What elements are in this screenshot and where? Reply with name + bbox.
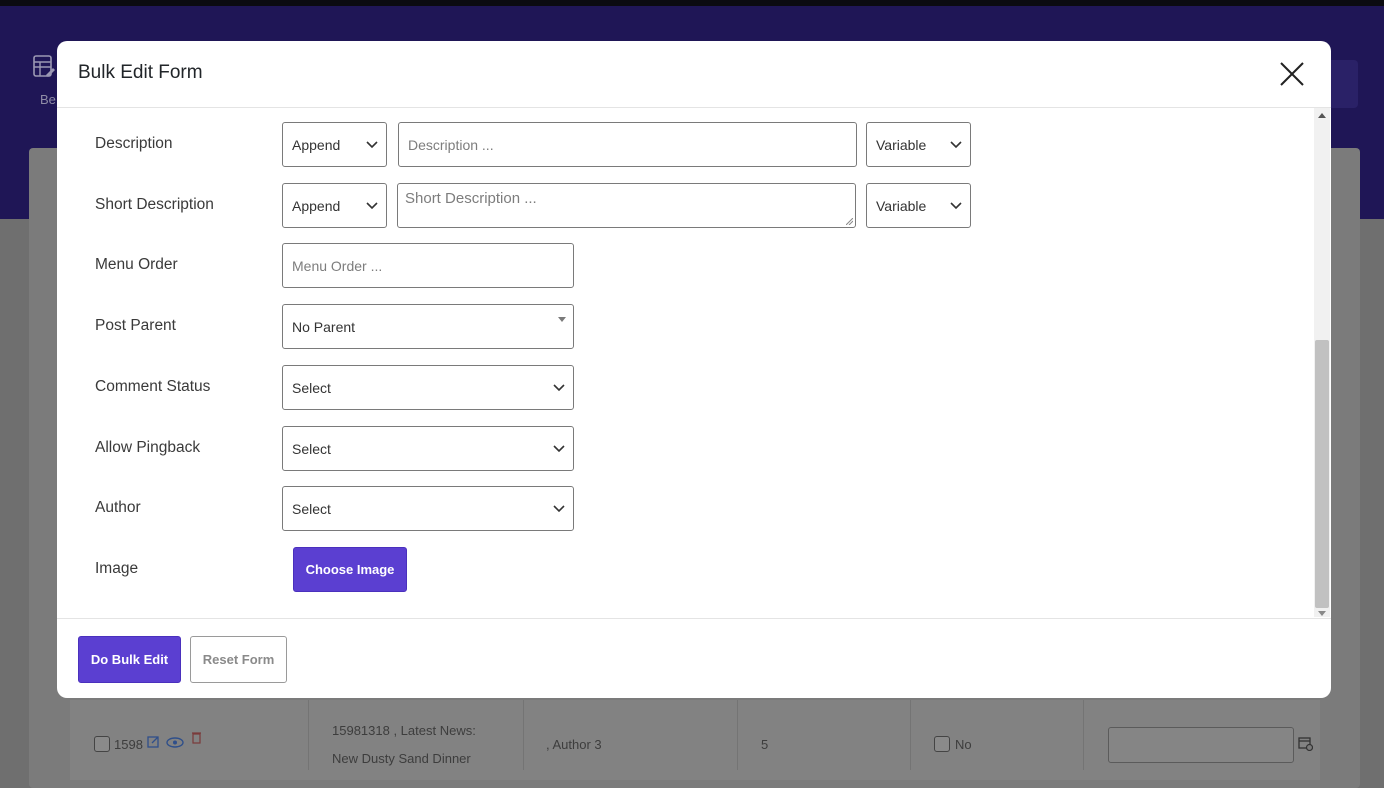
table-cell-divider bbox=[737, 700, 738, 770]
row-title-line2: New Dusty Sand Dinner bbox=[332, 751, 471, 766]
row-flag-label: No bbox=[955, 737, 972, 752]
author-label: Author bbox=[95, 499, 141, 516]
caret-down-icon bbox=[558, 317, 566, 322]
short-description-variable-select[interactable]: Variable bbox=[866, 183, 971, 228]
short-description-placeholder: Short Description ... bbox=[405, 190, 537, 207]
post-parent-value: No Parent bbox=[292, 318, 356, 335]
comment-status-value: Select bbox=[292, 379, 331, 396]
description-placeholder: Description ... bbox=[408, 136, 494, 153]
description-variable-select[interactable]: Variable bbox=[866, 122, 971, 167]
row-flag-checkbox[interactable] bbox=[934, 736, 950, 752]
chevron-down-icon bbox=[553, 504, 565, 512]
edit-icon[interactable] bbox=[147, 735, 160, 751]
modal-body: Description Append Description ... Varia… bbox=[57, 108, 1331, 617]
short-description-mode-select[interactable]: Append bbox=[282, 183, 387, 228]
chevron-down-icon bbox=[950, 140, 962, 148]
modal-title: Bulk Edit Form bbox=[78, 62, 203, 83]
row-title-line1: 15981318 , Latest News: bbox=[332, 723, 476, 738]
allow-pingback-select[interactable]: Select bbox=[282, 426, 574, 471]
description-label: Description bbox=[95, 135, 173, 152]
allow-pingback-label: Allow Pingback bbox=[95, 439, 201, 456]
post-parent-label: Post Parent bbox=[95, 317, 176, 334]
spreadsheet-icon bbox=[33, 55, 55, 77]
chevron-down-icon bbox=[366, 140, 378, 148]
table-cell-divider bbox=[910, 700, 911, 770]
scroll-up-arrow-icon[interactable] bbox=[1318, 113, 1326, 118]
table-cell-divider bbox=[308, 700, 309, 770]
description-input[interactable]: Description ... bbox=[398, 122, 857, 167]
description-mode-select[interactable]: Append bbox=[282, 122, 387, 167]
image-label: Image bbox=[95, 560, 139, 577]
reset-form-button[interactable]: Reset Form bbox=[190, 636, 287, 683]
row-select-checkbox[interactable] bbox=[94, 736, 110, 752]
close-icon[interactable] bbox=[1277, 59, 1307, 89]
row-date-input[interactable] bbox=[1108, 727, 1294, 763]
modal-header: Bulk Edit Form bbox=[57, 41, 1331, 108]
description-variable-value: Variable bbox=[876, 136, 927, 153]
table-cell-divider bbox=[1083, 700, 1084, 770]
post-parent-select[interactable]: No Parent bbox=[282, 304, 574, 349]
header-nav-label: Be bbox=[40, 92, 56, 107]
description-mode-value: Append bbox=[292, 136, 341, 153]
row-count: 5 bbox=[761, 737, 769, 752]
menu-order-label: Menu Order bbox=[95, 256, 178, 273]
chevron-down-icon bbox=[553, 383, 565, 391]
row-id: 1598 bbox=[114, 737, 143, 752]
row-author: , Author 3 bbox=[546, 737, 602, 752]
table-cell-divider bbox=[523, 700, 524, 770]
choose-image-button[interactable]: Choose Image bbox=[293, 547, 407, 592]
menu-order-input[interactable]: Menu Order ... bbox=[282, 243, 574, 288]
calendar-icon[interactable] bbox=[1298, 736, 1314, 754]
view-icon[interactable] bbox=[166, 737, 184, 751]
short-description-variable-value: Variable bbox=[876, 197, 927, 214]
allow-pingback-value: Select bbox=[292, 440, 331, 457]
modal-footer: Do Bulk Edit Reset Form bbox=[57, 618, 1331, 698]
modal-scrollbar-thumb[interactable] bbox=[1315, 340, 1329, 608]
short-description-mode-value: Append bbox=[292, 197, 341, 214]
chevron-down-icon bbox=[950, 201, 962, 209]
chevron-down-icon bbox=[553, 444, 565, 452]
short-description-label: Short Description bbox=[95, 196, 214, 213]
comment-status-label: Comment Status bbox=[95, 378, 211, 395]
scroll-down-arrow-icon[interactable] bbox=[1318, 611, 1326, 616]
resize-handle-icon[interactable] bbox=[846, 218, 853, 225]
menu-order-placeholder: Menu Order ... bbox=[292, 257, 383, 274]
do-bulk-edit-button[interactable]: Do Bulk Edit bbox=[78, 636, 181, 683]
bulk-edit-modal: Bulk Edit Form Description Append Descri… bbox=[57, 41, 1331, 698]
chevron-down-icon bbox=[366, 201, 378, 209]
author-value: Select bbox=[292, 500, 331, 517]
author-select[interactable]: Select bbox=[282, 486, 574, 531]
trash-icon[interactable] bbox=[191, 731, 202, 747]
short-description-textarea[interactable]: Short Description ... bbox=[397, 183, 856, 228]
comment-status-select[interactable]: Select bbox=[282, 365, 574, 410]
